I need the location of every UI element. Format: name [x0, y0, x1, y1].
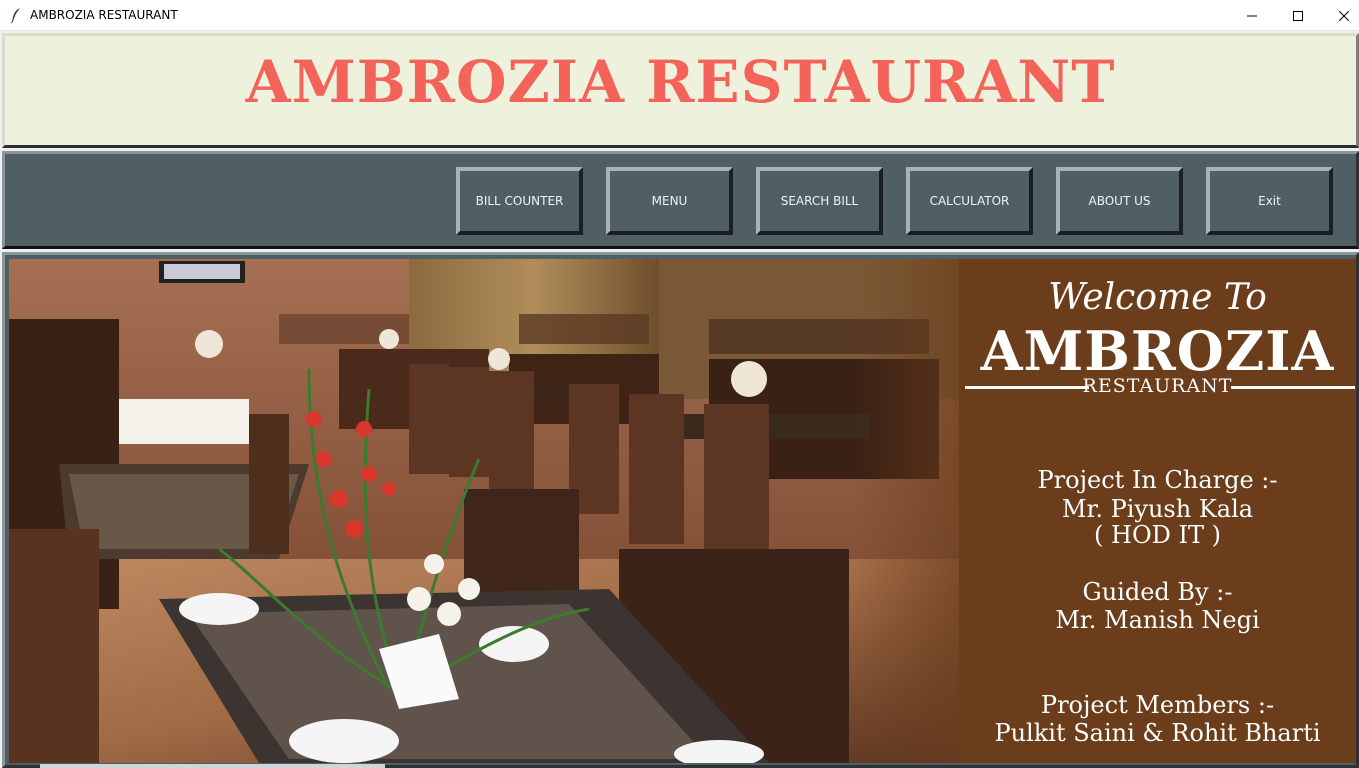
guided-by-name: Mr. Manish Negi	[1055, 606, 1260, 634]
minimize-button[interactable]	[1229, 0, 1275, 31]
calculator-button[interactable]: CALCULATOR	[906, 167, 1033, 235]
welcome-banner: Welcome To AMBROZIA RESTAURANT Project I…	[2, 252, 1359, 768]
guided-by-label: Guided By :-	[1082, 578, 1233, 606]
project-in-charge-label: Project In Charge :-	[1037, 466, 1278, 494]
project-members-names: Pulkit Saini & Rohit Bharti	[994, 719, 1321, 747]
project-members-label: Project Members :-	[1040, 691, 1275, 719]
feather-icon	[10, 8, 20, 23]
maximize-icon	[1293, 10, 1303, 21]
window-title: AMBROZIA RESTAURANT	[30, 8, 178, 22]
nav-toolbar: BILL COUNTER MENU SEARCH BILL CALCULATOR…	[2, 151, 1359, 249]
close-icon	[1339, 10, 1349, 21]
bottom-strip	[40, 764, 385, 768]
maximize-button[interactable]	[1275, 0, 1321, 31]
close-button[interactable]	[1321, 0, 1359, 31]
exit-button[interactable]: Exit	[1206, 167, 1333, 235]
brand-subtitle: RESTAURANT	[1082, 375, 1233, 397]
bill-counter-button[interactable]: BILL COUNTER	[456, 167, 583, 235]
welcome-text: Welcome To	[1048, 277, 1267, 318]
project-in-charge-role: ( HOD IT )	[1094, 521, 1221, 549]
project-in-charge-name: Mr. Piyush Kala	[1061, 495, 1254, 523]
minimize-icon	[1247, 15, 1257, 16]
page-title: AMBROZIA RESTAURANT	[245, 48, 1116, 116]
about-us-button[interactable]: ABOUT US	[1056, 167, 1183, 235]
search-bill-button[interactable]: SEARCH BILL	[756, 167, 883, 235]
menu-button[interactable]: MENU	[606, 167, 733, 235]
window-titlebar: AMBROZIA RESTAURANT	[0, 0, 1359, 31]
restaurant-photo	[9, 259, 959, 763]
title-header: AMBROZIA RESTAURANT	[2, 33, 1359, 148]
brand-name: AMBROZIA	[980, 319, 1335, 383]
